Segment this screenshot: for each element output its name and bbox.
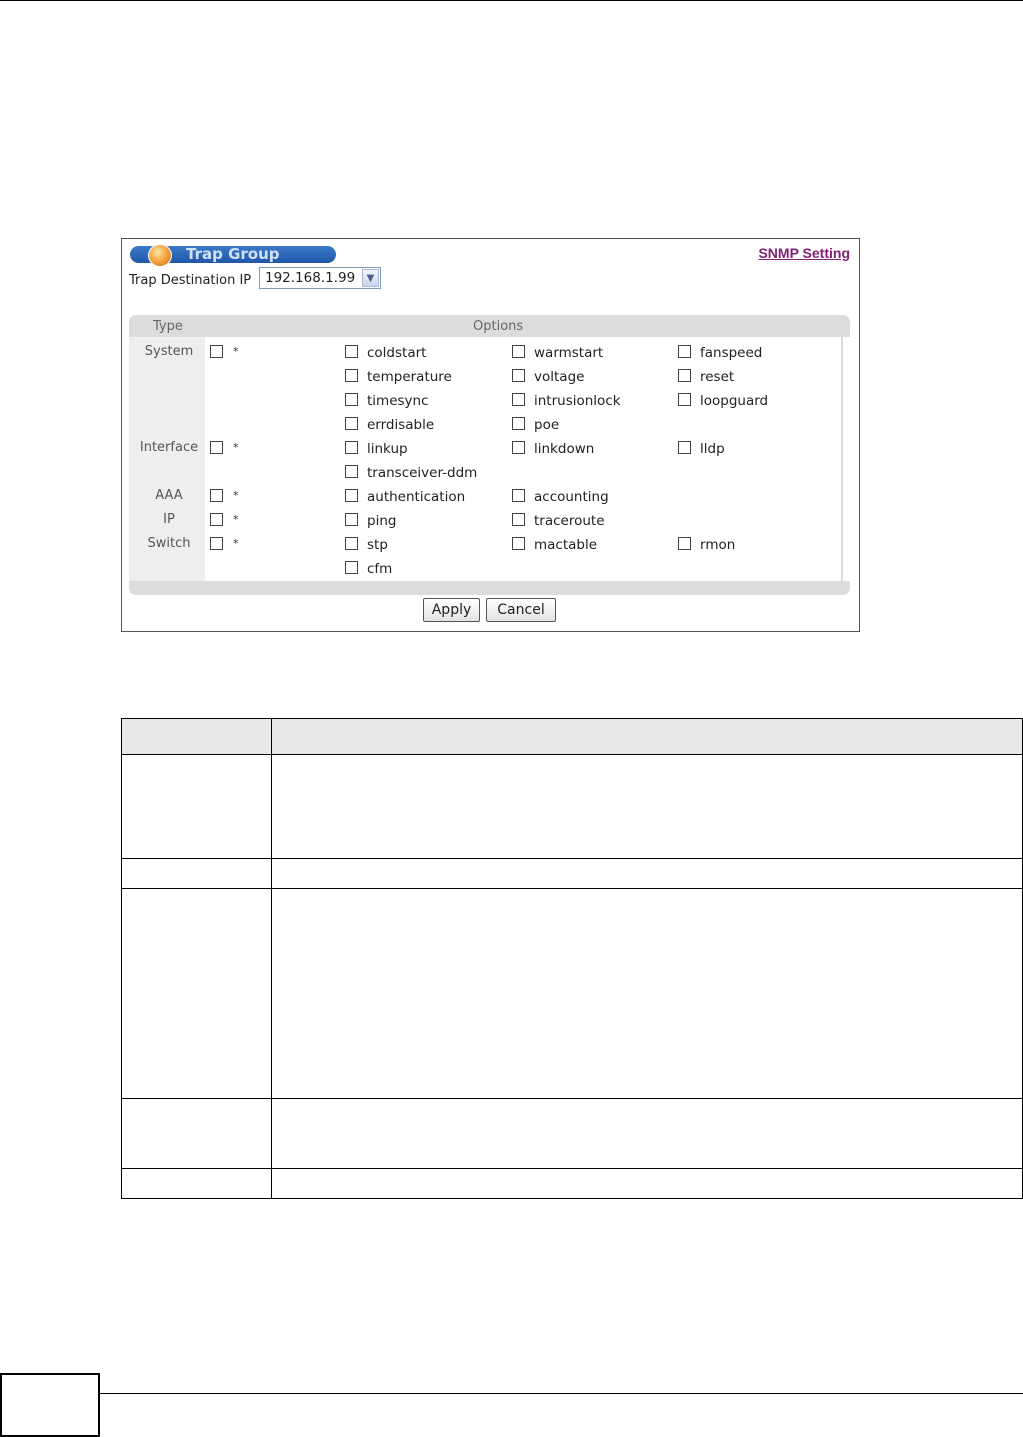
table-cell [121, 1098, 272, 1169]
option-label-authentication: authentication [367, 489, 466, 505]
trap-destination-label: Trap Destination IP [129, 273, 252, 288]
option-checkbox-transceiver-ddm[interactable] [345, 465, 358, 478]
option-checkbox-reset[interactable] [678, 369, 691, 382]
option-checkbox-rmon[interactable] [678, 537, 691, 550]
option-label-errdisable: errdisable [367, 417, 435, 433]
option-label-poe: poe [534, 417, 560, 433]
header-cell [121, 718, 272, 755]
option-label-intrusionlock: intrusionlock [534, 393, 621, 409]
option-label-voltage: voltage [534, 369, 585, 385]
table-row [121, 1098, 1023, 1169]
option-label-coldstart: coldstart [367, 345, 427, 361]
type-label-system: System [144, 344, 194, 359]
table-header: Type Options [129, 315, 850, 337]
option-label-transceiver-ddm: transceiver-ddm [367, 465, 478, 481]
option-label-stp: stp [367, 537, 388, 553]
option-label-accounting: accounting [534, 489, 609, 505]
option-checkbox-timesync[interactable] [345, 393, 358, 406]
option-label-fanspeed: fanspeed [700, 345, 763, 361]
option-checkbox-authentication[interactable] [345, 489, 358, 502]
option-label-mactable: mactable [534, 537, 598, 553]
title-bar: Trap Group [130, 244, 336, 267]
option-checkbox-fanspeed[interactable] [678, 345, 691, 358]
option-label-ping: ping [367, 513, 397, 529]
option-checkbox-warmstart[interactable] [512, 345, 525, 358]
option-label-traceroute: traceroute [534, 513, 605, 529]
option-label-rmon: rmon [700, 537, 736, 553]
option-label-warmstart: warmstart [534, 345, 604, 361]
option-checkbox-mactable[interactable] [512, 537, 525, 550]
star-label: * [233, 537, 239, 550]
option-label-cfm: cfm [367, 561, 393, 577]
table-cell [121, 858, 272, 889]
options-header: Options [473, 319, 524, 334]
table-cell [121, 888, 272, 1099]
option-checkbox-linkdown[interactable] [512, 441, 525, 454]
option-label-linkdown: linkdown [534, 441, 595, 457]
option-checkbox-traceroute[interactable] [512, 513, 525, 526]
option-checkbox-coldstart[interactable] [345, 345, 358, 358]
type-checkbox-ip[interactable] [210, 513, 223, 526]
option-label-timesync: timesync [367, 393, 429, 409]
trap-destination-value: 192.168.1.99 [265, 270, 356, 286]
header-cell [271, 718, 1023, 755]
type-label-aaa: AAA [155, 488, 183, 503]
table-header-row [121, 718, 1023, 755]
option-label-lldp: lldp [700, 441, 725, 457]
option-checkbox-temperature[interactable] [345, 369, 358, 382]
description-table [121, 718, 1023, 1199]
option-checkbox-linkup[interactable] [345, 441, 358, 454]
star-label: * [233, 489, 239, 502]
option-checkbox-ping[interactable] [345, 513, 358, 526]
trap-group-panel: Trap Group SNMP Setting Trap Destination… [121, 238, 860, 632]
panel-title: Trap Group [186, 245, 280, 263]
star-label: * [233, 345, 239, 358]
type-checkbox-interface[interactable] [210, 441, 223, 454]
table-cell [271, 754, 1023, 859]
type-checkbox-switch[interactable] [210, 537, 223, 550]
type-checkbox-system[interactable] [210, 345, 223, 358]
table-cell [271, 1098, 1023, 1169]
option-label-linkup: linkup [367, 441, 408, 457]
option-checkbox-poe[interactable] [512, 417, 525, 430]
table-cell [121, 754, 272, 859]
option-label-temperature: temperature [367, 369, 452, 385]
table-row [121, 888, 1023, 1099]
type-checkbox-aaa[interactable] [210, 489, 223, 502]
table-cell [271, 858, 1023, 889]
option-checkbox-intrusionlock[interactable] [512, 393, 525, 406]
option-checkbox-voltage[interactable] [512, 369, 525, 382]
footer-rule [100, 1393, 1023, 1394]
option-checkbox-errdisable[interactable] [345, 417, 358, 430]
table-body: System * coldstart warmstart fanspeed te… [129, 337, 843, 581]
star-label: * [233, 441, 239, 454]
option-checkbox-lldp[interactable] [678, 441, 691, 454]
type-label-interface: Interface [139, 440, 199, 455]
apply-button[interactable]: Apply [423, 598, 480, 622]
cancel-button[interactable]: Cancel [486, 598, 556, 622]
type-label-switch: Switch [147, 536, 191, 551]
type-header: Type [153, 319, 183, 334]
trap-destination-select[interactable]: 192.168.1.99 ▼ [259, 267, 381, 289]
table-cell [271, 888, 1023, 1099]
star-label: * [233, 513, 239, 526]
table-row [121, 754, 1023, 859]
option-checkbox-loopguard[interactable] [678, 393, 691, 406]
type-label-ip: IP [163, 512, 175, 527]
table-cell [121, 1168, 272, 1199]
option-checkbox-cfm[interactable] [345, 561, 358, 574]
option-label-loopguard: loopguard [700, 393, 769, 409]
snmp-setting-link[interactable]: SNMP Setting [758, 245, 850, 261]
option-checkbox-accounting[interactable] [512, 489, 525, 502]
option-label-reset: reset [700, 369, 735, 385]
table-row [121, 858, 1023, 889]
table-footer [129, 581, 850, 595]
table-cell [271, 1168, 1023, 1199]
page-top-rule [0, 0, 1023, 1]
table-row [121, 1168, 1023, 1199]
option-checkbox-stp[interactable] [345, 537, 358, 550]
orb-icon [148, 244, 172, 267]
chevron-down-icon[interactable]: ▼ [362, 269, 379, 287]
page-number-box [0, 1373, 100, 1437]
